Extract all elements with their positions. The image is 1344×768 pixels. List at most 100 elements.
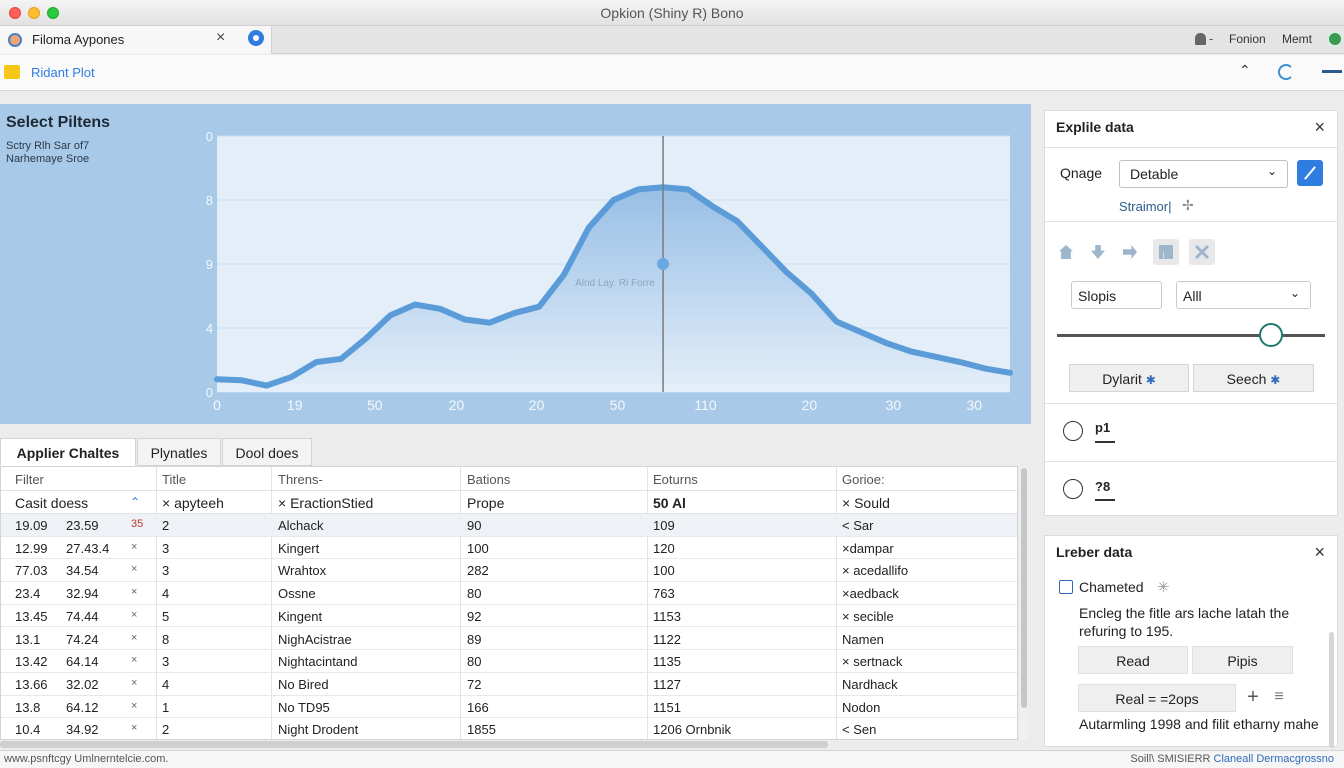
- dylarit-button[interactable]: Dylarit ✱: [1069, 364, 1189, 392]
- table-cell: 1127: [653, 676, 681, 692]
- filter-cell[interactable]: Prope: [467, 495, 504, 511]
- table-cell: 763: [653, 586, 675, 602]
- filter-cell[interactable]: × EractionStied: [278, 495, 373, 511]
- status-bar: www.psnftcgy Umlnerntelcie.com. Soill\ S…: [0, 750, 1344, 768]
- radio-option-2[interactable]: [1063, 479, 1083, 499]
- tools-icon[interactable]: [1189, 239, 1215, 265]
- slider-thumb[interactable]: [1259, 323, 1283, 347]
- table-row[interactable]: 13.1 74.24 × 8 NighAcistrae 89 1122 Namen: [1, 628, 1017, 651]
- collapse-icon[interactable]: [1322, 70, 1342, 73]
- panel-scrollbar[interactable]: [1329, 632, 1334, 748]
- ridant-plot-link[interactable]: Ridant Plot: [31, 65, 95, 80]
- table-row[interactable]: 19.09 23.59 35 2 Alchack 90 109 < Sar: [1, 514, 1017, 537]
- straimor-link[interactable]: Straimor|: [1119, 199, 1172, 214]
- table-cell: Alchack: [278, 518, 324, 533]
- radio-option-1-label: p1: [1095, 420, 1111, 435]
- plot-title: Select Piltens: [6, 114, 111, 131]
- filter-cell[interactable]: Casit doess: [15, 495, 88, 511]
- x-tick-label: 20: [449, 397, 465, 413]
- table-cell: Wrahtox: [278, 563, 327, 579]
- filter-cell[interactable]: × Sould: [842, 495, 890, 511]
- table-cell: 1151: [653, 699, 681, 715]
- close-icon[interactable]: ×: [1314, 542, 1325, 563]
- radio-option-2-underline: [1095, 499, 1115, 501]
- pointer-icon[interactable]: [1085, 239, 1111, 265]
- header-eoturns[interactable]: Eoturns: [653, 472, 698, 487]
- data-table: Filter Title Threns- Bations Eoturns Gor…: [0, 466, 1018, 740]
- header-threns[interactable]: Threns-: [278, 472, 323, 487]
- table-row[interactable]: 13.66 32.02 × 4 No Bired 72 1127 Nardhack: [1, 673, 1017, 696]
- refresh-icon[interactable]: [1278, 64, 1294, 80]
- home-icon[interactable]: [1053, 239, 1079, 265]
- table-cell: 80: [467, 586, 482, 602]
- header-gorioe[interactable]: Gorioe:: [842, 472, 885, 487]
- table-cell: Nodon: [842, 699, 881, 715]
- x-tick-label: 50: [610, 397, 626, 413]
- browser-tab[interactable]: Filoma Aypones ×: [0, 26, 272, 54]
- table-row[interactable]: 23.4 32.94 × 4 Ossne 80 763 ×aedback: [1, 582, 1017, 605]
- search-input[interactable]: Slopis: [1071, 281, 1162, 309]
- read-button[interactable]: Read: [1078, 646, 1188, 674]
- menu-icon[interactable]: ≡: [1269, 686, 1289, 710]
- table-row[interactable]: 13.42 64.14 × 3 Nightacintand 80 1135 × sertnac…: [1, 650, 1017, 673]
- range-select[interactable]: Detable ⌄: [1119, 160, 1288, 188]
- table-vertical-scrollbar[interactable]: [1020, 466, 1028, 740]
- real-ops-button-label: Real = =2ops: [1115, 691, 1199, 707]
- filter-cell[interactable]: × apyteeh: [162, 495, 224, 511]
- table-cell: 80: [467, 654, 482, 670]
- scrollbar-thumb[interactable]: [1021, 468, 1027, 708]
- user-avatar[interactable]: [1327, 31, 1343, 47]
- table-cell: 64.14: [66, 654, 99, 670]
- sort-ascending-icon[interactable]: ⌃: [130, 495, 140, 509]
- chevron-down-icon: ⌄: [1266, 164, 1277, 178]
- table-cell: 92: [467, 608, 482, 624]
- table-row[interactable]: 13.45 74.44 × 5 Kingent 92 1153 × secible: [1, 605, 1017, 628]
- table-cell: × sertnack: [842, 654, 903, 670]
- table-cell: 13.42: [15, 654, 48, 670]
- table-row[interactable]: 77.03 34.54 × 3 Wrahtox 282 100 × acedallifo: [1, 559, 1017, 583]
- tab-plynatles[interactable]: Plynatles: [137, 438, 221, 466]
- radio-option-1[interactable]: [1063, 421, 1083, 441]
- arrow-right-icon[interactable]: [1117, 239, 1143, 265]
- close-icon[interactable]: ×: [1314, 117, 1325, 138]
- table-cell: ×: [131, 586, 138, 599]
- header-title[interactable]: Title: [162, 472, 186, 487]
- table-cell: Kingert: [278, 540, 320, 556]
- radio-option-1-underline: [1095, 441, 1115, 443]
- table-row[interactable]: 13.8 64.12 × 1 No TD95 166 1151 Nodon: [1, 696, 1017, 719]
- memt-menu[interactable]: Memt: [1282, 32, 1312, 46]
- chevron-up-icon[interactable]: ⌃: [1239, 62, 1251, 79]
- tab-applier-chaltes[interactable]: Applier Chaltes: [0, 438, 136, 466]
- table-cell: ×: [131, 631, 138, 644]
- window-title: Opkion (Shiny R) Bono: [600, 5, 744, 21]
- pin-icon[interactable]: ✢: [1182, 197, 1194, 214]
- header-bations[interactable]: Bations: [467, 472, 510, 487]
- chameted-checkbox[interactable]: [1059, 580, 1073, 594]
- edit-pencil-icon[interactable]: [1297, 160, 1323, 186]
- table-cell: 89: [467, 631, 482, 647]
- columns-icon[interactable]: [1153, 239, 1179, 265]
- filter-cell[interactable]: 50 Al: [653, 495, 686, 511]
- tab-close-icon[interactable]: ×: [216, 29, 225, 47]
- area-chart[interactable]: 0 4 9 8 0 Alnd Lay. Rl Forre 0 19 50 20 20 50 110 20 3…: [0, 104, 1031, 424]
- seech-button[interactable]: Seech ✱: [1193, 364, 1314, 392]
- table-row[interactable]: 12.99 27.43.4 × 3 Kingert 100 120 ×dampar: [1, 537, 1017, 560]
- tab-dool-does[interactable]: Dool does: [222, 438, 312, 466]
- pipis-button[interactable]: Pipis: [1192, 646, 1293, 674]
- filter-select[interactable]: Alll ⌄: [1176, 281, 1311, 309]
- plus-icon[interactable]: +: [1241, 686, 1265, 710]
- sparkle-icon: ✱: [1270, 373, 1281, 387]
- slider-track[interactable]: [1057, 334, 1325, 337]
- header-filter[interactable]: Filter: [15, 472, 44, 487]
- plot-panel: 0 4 9 8 0 Alnd Lay. Rl Forre 0 19 50 20 20 50 110 20 3…: [0, 104, 1031, 424]
- real-ops-button[interactable]: Real = =2ops: [1078, 684, 1236, 712]
- leader-note: Autarmling 1998 and filit etharny mahe: [1079, 716, 1319, 732]
- notification-icon[interactable]: [1195, 33, 1206, 45]
- table-horizontal-scrollbar[interactable]: [0, 741, 828, 748]
- status-right-b[interactable]: Claneall Dermacgrossno: [1214, 753, 1334, 765]
- table-cell: 10.4: [15, 722, 41, 738]
- settings-gear-icon[interactable]: [248, 30, 264, 46]
- fonion-menu[interactable]: Fonion: [1229, 32, 1266, 46]
- table-cell: ×aedback: [842, 586, 899, 602]
- table-row[interactable]: 10.4 34.92 × 2 Night Drodent 1855 1206 Ornbnik…: [1, 718, 1017, 739]
